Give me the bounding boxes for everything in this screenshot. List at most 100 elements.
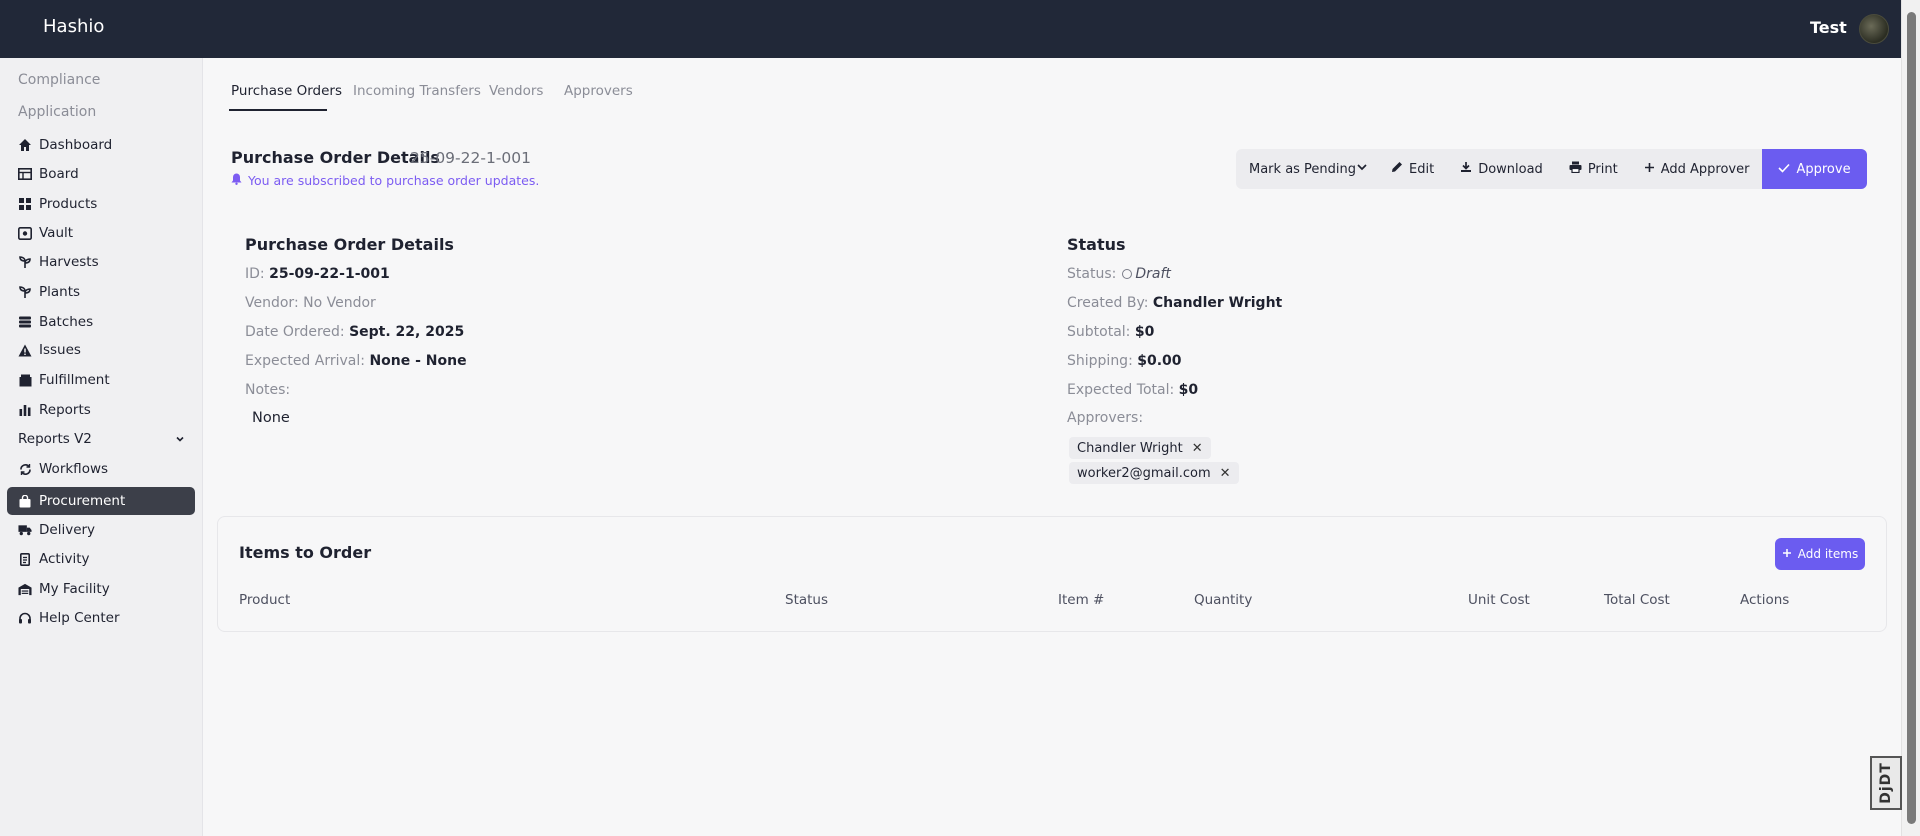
expected-total-row: Expected Total: $0 <box>1067 382 1198 398</box>
sidebar-item-label: Batches <box>39 314 94 330</box>
debug-toolbar-toggle[interactable]: DjDT <box>1870 756 1902 810</box>
approve-button[interactable]: Approve <box>1762 149 1867 189</box>
board-icon <box>18 167 32 181</box>
sidebar-item-label: Dashboard <box>39 137 113 153</box>
status-select[interactable]: Mark as Pending <box>1236 149 1378 189</box>
sidebar-item-plants[interactable]: Plants <box>7 278 195 306</box>
sidebar-item-activity[interactable]: Activity <box>7 545 195 573</box>
detail-date-ordered: Date Ordered: Sept. 22, 2025 <box>245 324 464 340</box>
plus-icon <box>1782 547 1792 561</box>
sidebar-item-procurement[interactable]: Procurement <box>7 487 195 515</box>
approve-label: Approve <box>1796 161 1851 177</box>
pencil-icon <box>1391 161 1409 177</box>
shipping-label: Shipping: <box>1067 353 1133 369</box>
sidebar-item-harvests[interactable]: Harvests <box>7 248 195 276</box>
top-bar: Hashio Test <box>0 0 1901 58</box>
download-button[interactable]: Download <box>1447 149 1556 189</box>
remove-approver-icon[interactable]: ✕ <box>1192 441 1203 456</box>
action-toolbar: Mark as Pending Edit Download Print Add … <box>1236 149 1867 189</box>
warning-icon <box>18 343 32 357</box>
column-header-item-number[interactable]: Item # <box>1058 592 1104 608</box>
sidebar-item-delivery[interactable]: Delivery <box>7 516 195 544</box>
sidebar-item-batches[interactable]: Batches <box>7 308 195 336</box>
remove-approver-icon[interactable]: ✕ <box>1220 466 1231 481</box>
vault-icon <box>18 226 32 240</box>
sidebar-item-reports[interactable]: Reports <box>7 396 195 424</box>
shipping-row: Shipping: $0.00 <box>1067 353 1182 369</box>
plant-icon <box>18 285 32 299</box>
sidebar-item-label: Issues <box>39 342 81 358</box>
add-items-button[interactable]: Add items <box>1775 538 1865 570</box>
user-name[interactable]: Test <box>1810 18 1847 37</box>
bar-chart-icon <box>18 403 32 417</box>
brand-logo[interactable]: Hashio <box>43 16 104 37</box>
products-icon <box>18 197 32 211</box>
sidebar-item-board[interactable]: Board <box>7 160 195 188</box>
sidebar-item-label: Vault <box>39 225 74 241</box>
detail-date-value: Sept. 22, 2025 <box>349 324 465 340</box>
tab-vendors[interactable]: Vendors <box>489 83 543 99</box>
avatar[interactable] <box>1859 14 1889 44</box>
status-heading: Status <box>1067 235 1126 254</box>
approver-chip: Chandler Wright ✕ <box>1069 437 1211 459</box>
tab-purchase-orders[interactable]: Purchase Orders <box>231 83 342 99</box>
sidebar-item-label: Workflows <box>39 461 109 477</box>
headset-icon <box>18 611 32 625</box>
detail-vendor-label: Vendor: <box>245 295 299 311</box>
detail-vendor-value: No Vendor <box>303 295 376 311</box>
column-header-unit-cost[interactable]: Unit Cost <box>1468 592 1530 608</box>
sidebar-item-vault[interactable]: Vault <box>7 219 195 247</box>
workflow-icon <box>18 462 32 476</box>
sidebar-section-compliance[interactable]: Compliance <box>18 72 100 88</box>
add-approver-label: Add Approver <box>1660 161 1750 177</box>
clipboard-icon <box>18 552 32 566</box>
subtotal-value: $0 <box>1134 324 1155 340</box>
column-header-actions[interactable]: Actions <box>1740 592 1789 608</box>
batches-icon <box>18 315 32 329</box>
detail-id-value: 25-09-22-1-001 <box>269 266 390 282</box>
sidebar-item-dashboard[interactable]: Dashboard <box>7 131 195 159</box>
approvers-label: Approvers: <box>1067 410 1144 426</box>
sidebar-item-my-facility[interactable]: My Facility <box>7 575 195 603</box>
print-button[interactable]: Print <box>1556 149 1631 189</box>
print-label: Print <box>1587 161 1618 177</box>
column-header-product[interactable]: Product <box>239 592 290 608</box>
tab-incoming-transfers[interactable]: Incoming Transfers <box>353 83 481 99</box>
download-label: Download <box>1478 161 1543 177</box>
check-icon <box>1778 162 1796 177</box>
column-header-total-cost[interactable]: Total Cost <box>1604 592 1670 608</box>
status-label: Status: <box>1067 266 1117 282</box>
sidebar-item-label: Harvests <box>39 254 99 270</box>
sidebar-item-workflows[interactable]: Workflows <box>7 455 195 483</box>
sidebar-item-fulfillment[interactable]: Fulfillment <box>7 366 195 394</box>
column-header-status[interactable]: Status <box>785 592 828 608</box>
page-scrollbar[interactable] <box>1901 0 1920 836</box>
column-header-quantity[interactable]: Quantity <box>1194 592 1252 608</box>
created-by-label: Created By: <box>1067 295 1149 311</box>
sidebar-item-products[interactable]: Products <box>7 190 195 218</box>
status-badge: Draft <box>1135 266 1171 282</box>
sidebar-item-reports-v2[interactable]: Reports V2 <box>7 425 195 453</box>
sidebar-item-help-center[interactable]: Help Center <box>7 604 195 632</box>
items-card <box>217 516 1887 632</box>
subscription-notice[interactable]: You are subscribed to purchase order upd… <box>231 173 539 188</box>
tab-approvers[interactable]: Approvers <box>564 83 633 99</box>
harvest-icon <box>18 255 32 269</box>
add-approver-button[interactable]: Add Approver <box>1631 149 1763 189</box>
items-title: Items to Order <box>239 543 372 562</box>
sidebar-section-application[interactable]: Application <box>18 104 96 120</box>
detail-arrival-label: Expected Arrival: <box>245 353 365 369</box>
sidebar-item-issues[interactable]: Issues <box>7 336 195 364</box>
scrollbar-thumb[interactable] <box>1907 12 1916 824</box>
approver-name: worker2@gmail.com <box>1077 465 1211 481</box>
edit-button[interactable]: Edit <box>1378 149 1447 189</box>
box-icon <box>18 373 32 387</box>
edit-label: Edit <box>1409 161 1435 177</box>
subtotal-row: Subtotal: $0 <box>1067 324 1154 340</box>
sidebar-item-label: Products <box>39 196 98 212</box>
chevron-down-icon <box>175 432 185 448</box>
sidebar-item-label: Help Center <box>39 610 120 626</box>
po-number: 25-09-22-1-001 <box>410 149 531 167</box>
warehouse-icon <box>18 582 32 596</box>
detail-vendor: Vendor: No Vendor <box>245 295 376 311</box>
